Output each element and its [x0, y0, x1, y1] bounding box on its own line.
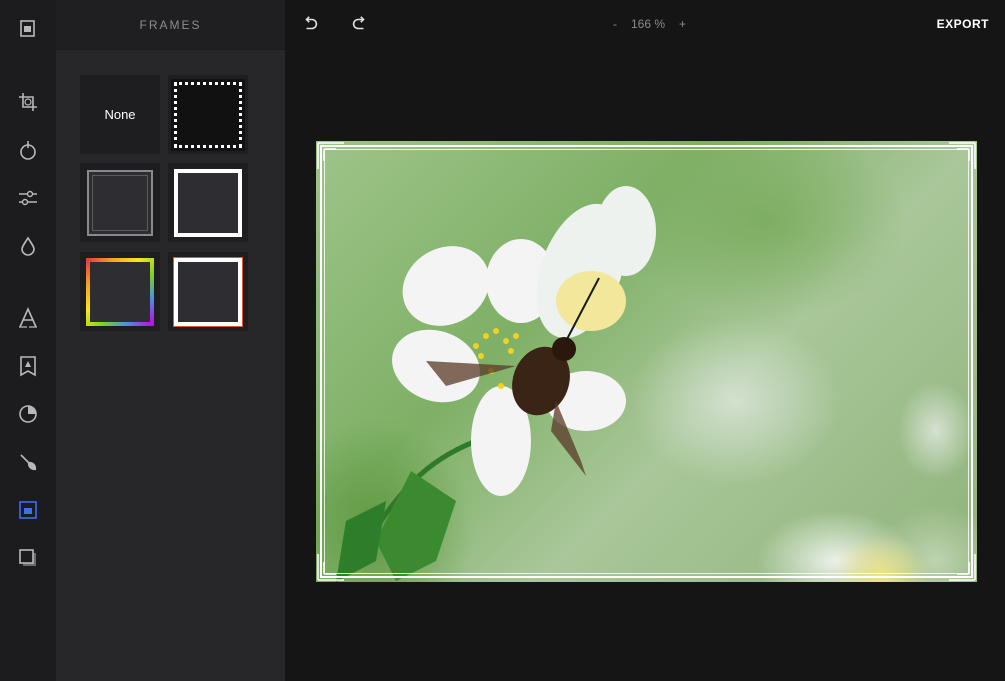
sticker-icon[interactable] [14, 352, 42, 380]
adjust-icon[interactable] [14, 184, 42, 212]
undo-icon[interactable] [299, 12, 323, 36]
frame-corner-ornament [949, 142, 976, 169]
frame-thumb [174, 168, 242, 237]
canvas-area: - 166 % + EXPORT [285, 0, 1005, 681]
frames-panel: FRAMES None [56, 0, 285, 681]
frame-option-rainbow[interactable] [80, 252, 160, 331]
frame-option-orange-white[interactable] [168, 252, 248, 331]
frame-corner-ornament [949, 554, 976, 581]
focus-icon[interactable] [14, 232, 42, 260]
overlay-icon[interactable] [14, 400, 42, 428]
frame-thumb [171, 78, 245, 151]
library-icon[interactable] [14, 14, 42, 42]
zoom-value: 166 % [631, 17, 666, 31]
tool-sidebar [0, 0, 57, 681]
frame-option-ornate-gray[interactable] [80, 163, 160, 242]
shape-icon[interactable] [14, 544, 42, 572]
zoom-in-button[interactable]: + [679, 17, 686, 31]
frame-corner-ornament [317, 554, 344, 581]
filter-icon[interactable] [14, 136, 42, 164]
photo-canvas[interactable] [316, 141, 977, 582]
frame-inner-border [324, 149, 969, 574]
frame-thumb [86, 257, 154, 326]
frame-none-label: None [104, 107, 136, 122]
frame-icon[interactable] [14, 496, 42, 524]
frame-thumb [173, 256, 243, 327]
frame-option-dotted-black[interactable] [168, 75, 248, 154]
frame-option-solid-white[interactable] [168, 163, 248, 242]
zoom-control: - 166 % + [613, 17, 686, 31]
export-button[interactable]: EXPORT [937, 17, 989, 31]
panel-title: FRAMES [56, 0, 285, 50]
zoom-out-button[interactable]: - [613, 17, 617, 31]
frame-thumb [87, 169, 153, 236]
crop-icon[interactable] [14, 88, 42, 116]
top-bar: - 166 % + EXPORT [285, 0, 1005, 50]
brush-icon[interactable] [14, 448, 42, 476]
frame-option-none[interactable]: None [80, 75, 160, 154]
frame-corner-ornament [317, 142, 344, 169]
redo-icon[interactable] [347, 12, 371, 36]
text-icon[interactable] [14, 304, 42, 332]
